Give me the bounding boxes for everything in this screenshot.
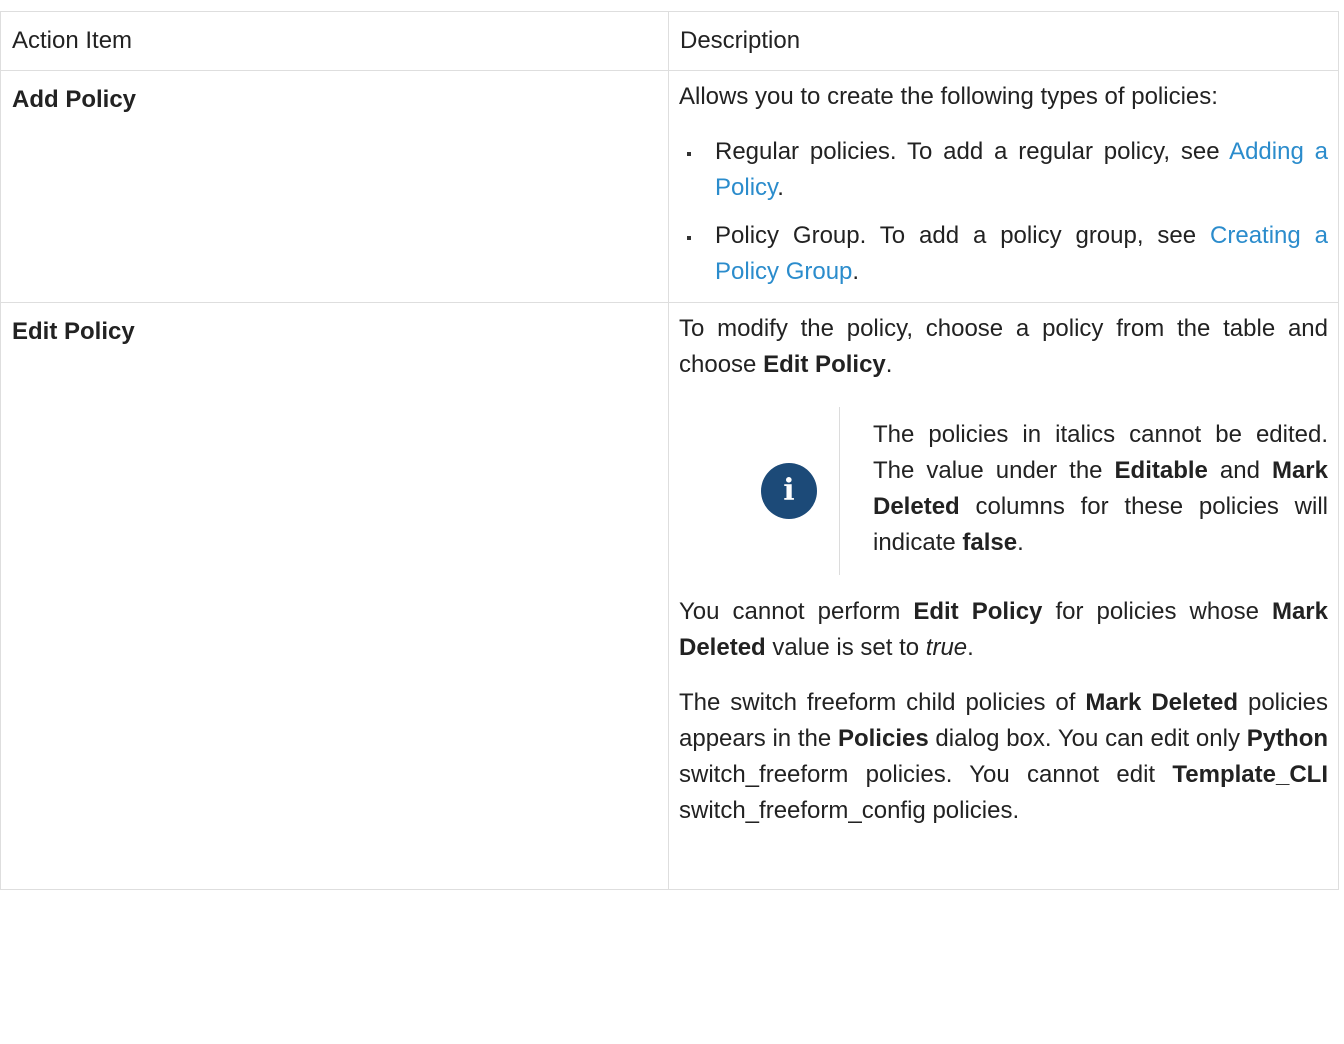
table-header-row: Action Item Description xyxy=(0,11,1339,71)
action-edit-policy: Edit Policy xyxy=(0,302,669,890)
edit-policy-restriction: You cannot perform Edit Policy for polic… xyxy=(679,598,1328,661)
freeform-policy-note: The switch freeform child policies of Ma… xyxy=(679,689,1329,824)
header-description: Description xyxy=(668,11,1339,71)
policy-type-list: Regular policies. To add a regular polic… xyxy=(679,134,1328,290)
table-row: Add Policy Allows you to create the foll… xyxy=(0,70,1339,303)
description-cell: To modify the policy, choose a policy fr… xyxy=(668,302,1339,890)
policy-actions-table: Action Item Description Add Policy Allow… xyxy=(0,11,1339,890)
note-icon-column: i xyxy=(679,407,840,575)
edit-policy-intro: To modify the policy, choose a policy fr… xyxy=(679,315,1328,378)
admonition-note: i The policies in italics cannot be edit… xyxy=(679,407,1328,575)
header-action-item: Action Item xyxy=(0,11,669,71)
add-policy-intro: Allows you to create the following types… xyxy=(679,83,1218,110)
cell-spacer xyxy=(679,829,1328,889)
note-body: The policies in italics cannot be edited… xyxy=(840,407,1328,575)
description-cell: Allows you to create the following types… xyxy=(668,70,1339,303)
info-icon: i xyxy=(761,463,817,519)
table-row: Edit Policy To modify the policy, choose… xyxy=(0,302,1339,890)
action-add-policy: Add Policy xyxy=(0,70,669,303)
list-item: Policy Group. To add a policy group, see… xyxy=(687,218,1328,290)
list-item: Regular policies. To add a regular polic… xyxy=(687,134,1328,206)
note-text: The policies in italics cannot be edited… xyxy=(873,421,1329,556)
